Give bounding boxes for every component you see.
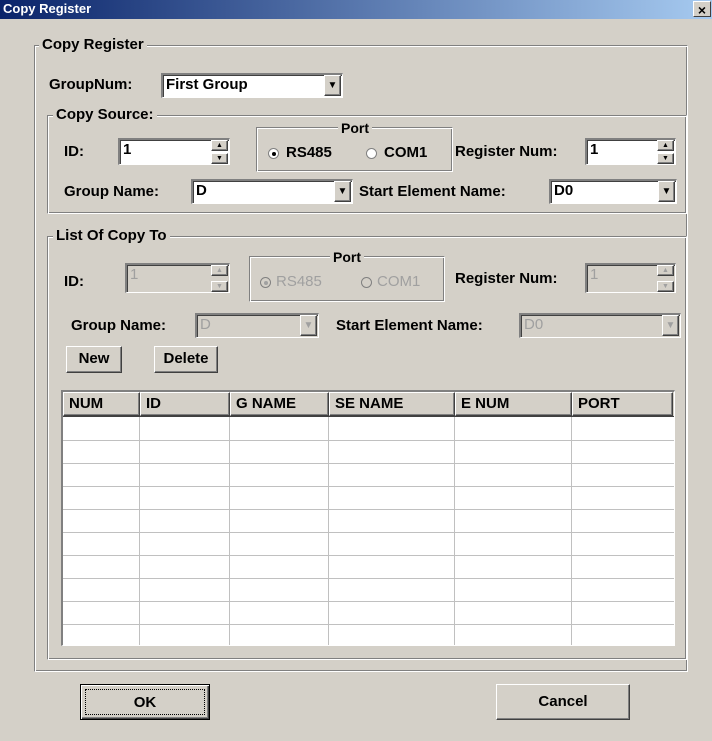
chevron-down-icon[interactable]: ▼ <box>334 181 351 202</box>
spin-up-icon[interactable]: ▲ <box>211 265 228 276</box>
ok-button[interactable]: OK <box>80 684 210 720</box>
source-id-spin-buttons[interactable]: ▲ ▼ <box>211 140 228 164</box>
source-port-rs485-radio[interactable] <box>268 148 279 159</box>
row-divider <box>63 486 674 487</box>
new-button[interactable]: New <box>66 346 122 373</box>
source-group-name-dropdown[interactable]: D ▼ <box>191 179 353 204</box>
copy-source-label: Copy Source: <box>53 107 157 123</box>
source-port-label: Port <box>338 120 372 136</box>
title-bar <box>0 0 712 19</box>
source-id-spinner[interactable]: 1 ▲ ▼ <box>118 138 230 165</box>
source-port-com1-radio[interactable] <box>366 148 377 159</box>
row-divider <box>63 463 674 464</box>
target-port-rs485-radio[interactable] <box>260 277 271 288</box>
target-port-com1-label: COM1 <box>377 273 421 290</box>
target-group-name-dropdown[interactable]: D ▼ <box>195 313 319 338</box>
group-num-value: First Group <box>166 76 248 93</box>
cancel-button[interactable]: Cancel <box>496 684 630 720</box>
spin-up-icon[interactable]: ▲ <box>657 265 674 276</box>
delete-button[interactable]: Delete <box>154 346 218 373</box>
spin-down-icon[interactable]: ▼ <box>211 281 228 292</box>
row-divider <box>63 440 674 441</box>
group-num-dropdown[interactable]: First Group ▼ <box>161 73 343 98</box>
source-register-num-spinner[interactable]: 1 ▲ ▼ <box>585 138 676 165</box>
source-port-com1-label: COM1 <box>384 144 428 161</box>
column-divider <box>328 417 329 645</box>
column-divider <box>571 417 572 645</box>
target-id-spin-buttons[interactable]: ▲ ▼ <box>211 265 228 292</box>
copy-to-table[interactable]: NUM ID G NAME SE NAME E NUM PORT <box>61 390 675 646</box>
target-start-element-dropdown[interactable]: D0 ▼ <box>519 313 681 338</box>
row-divider <box>63 578 674 579</box>
chevron-down-icon[interactable]: ▼ <box>662 315 679 336</box>
close-icon[interactable]: × <box>693 1 711 18</box>
row-divider <box>63 532 674 533</box>
table-body <box>63 417 674 645</box>
column-header-id[interactable]: ID <box>140 392 230 416</box>
source-group-name-value: D <box>196 182 207 199</box>
source-register-spin-buttons[interactable]: ▲ ▼ <box>657 140 674 164</box>
spin-up-icon[interactable]: ▲ <box>657 140 674 151</box>
row-divider <box>63 509 674 510</box>
target-id-label: ID: <box>64 273 84 290</box>
spin-down-icon[interactable]: ▼ <box>211 153 228 164</box>
column-header-num[interactable]: NUM <box>63 392 140 416</box>
target-register-spin-buttons[interactable]: ▲ ▼ <box>657 265 674 292</box>
target-port-rs485-label: RS485 <box>276 273 322 290</box>
target-port-label: Port <box>330 249 364 265</box>
group-num-label: GroupNum: <box>49 76 133 93</box>
ok-button-label: OK <box>133 694 157 711</box>
row-divider <box>63 601 674 602</box>
source-id-label: ID: <box>64 143 84 160</box>
source-register-num-label: Register Num: <box>455 143 558 160</box>
target-register-num-label: Register Num: <box>455 270 558 287</box>
table-header: NUM ID G NAME SE NAME E NUM PORT <box>63 392 674 417</box>
chevron-down-icon[interactable]: ▼ <box>324 75 341 96</box>
column-header-e-num[interactable]: E NUM <box>455 392 572 416</box>
copy-to-label: List Of Copy To <box>53 228 170 244</box>
source-start-element-label: Start Element Name: <box>359 183 506 200</box>
spin-down-icon[interactable]: ▼ <box>657 153 674 164</box>
spin-down-icon[interactable]: ▼ <box>657 281 674 292</box>
column-header-se-name[interactable]: SE NAME <box>329 392 455 416</box>
chevron-down-icon[interactable]: ▼ <box>300 315 317 336</box>
row-divider <box>63 624 674 625</box>
target-start-element-value: D0 <box>524 316 544 333</box>
copy-register-group-label: Copy Register <box>39 37 147 53</box>
column-header-port[interactable]: PORT <box>572 392 673 416</box>
source-group-name-label: Group Name: <box>64 183 160 200</box>
chevron-down-icon[interactable]: ▼ <box>658 181 675 202</box>
target-group-name-label: Group Name: <box>71 317 167 334</box>
target-port-com1-radio[interactable] <box>361 277 372 288</box>
column-divider <box>229 417 230 645</box>
target-start-element-label: Start Element Name: <box>336 317 483 334</box>
column-header-g-name[interactable]: G NAME <box>230 392 329 416</box>
row-divider <box>63 555 674 556</box>
target-id-spinner[interactable]: 1 ▲ ▼ <box>125 263 230 293</box>
source-start-element-dropdown[interactable]: D0 ▼ <box>549 179 677 204</box>
window-title: Copy Register <box>3 1 92 16</box>
source-port-rs485-label: RS485 <box>286 144 332 161</box>
spin-up-icon[interactable]: ▲ <box>211 140 228 151</box>
column-divider <box>139 417 140 645</box>
target-register-num-spinner[interactable]: 1 ▲ ▼ <box>585 263 676 293</box>
column-divider <box>454 417 455 645</box>
